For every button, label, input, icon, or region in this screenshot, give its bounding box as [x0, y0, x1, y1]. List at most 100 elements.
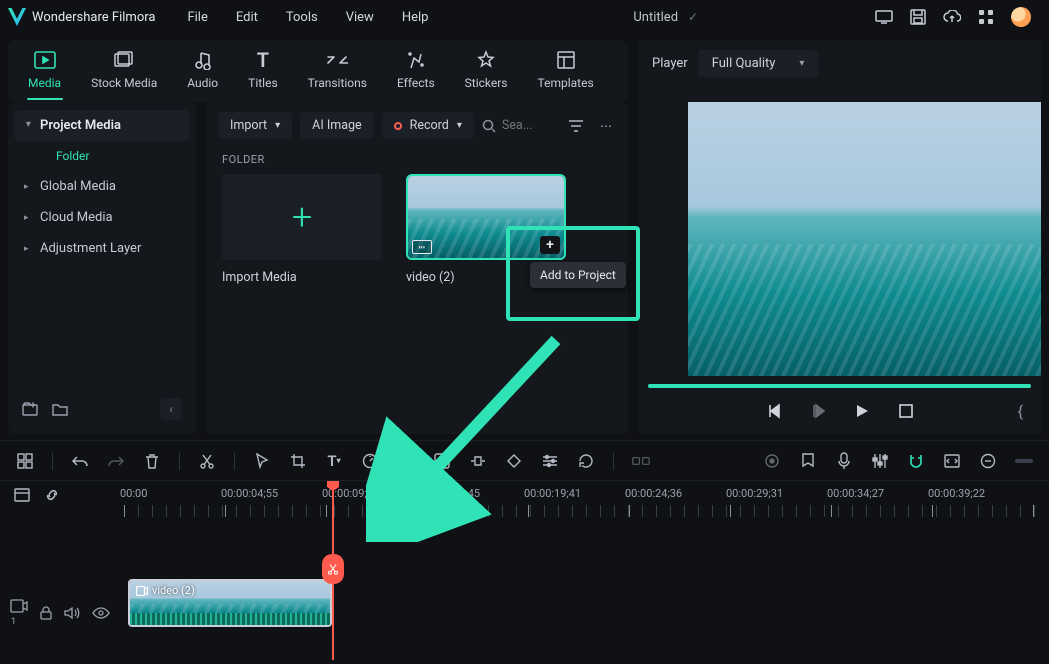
chevron-right-icon: ▸ [24, 182, 32, 192]
player-prev-button[interactable] [765, 402, 783, 420]
new-bin-icon[interactable] [22, 402, 38, 416]
tab-titles[interactable]: T Titles [242, 48, 283, 98]
player-quality-dropdown[interactable]: Full Quality ▾ [698, 50, 819, 77]
delete-icon[interactable] [143, 452, 161, 470]
layout-icon[interactable] [16, 452, 34, 470]
zoom-slider[interactable] [1015, 459, 1033, 463]
sidebar-item-cloud-media[interactable]: ▸ Cloud Media [14, 202, 190, 233]
tab-label: Titles [248, 76, 277, 90]
color-icon[interactable] [397, 452, 415, 470]
save-icon[interactable] [909, 8, 927, 26]
more-icon[interactable]: ⋯ [596, 115, 616, 137]
library-tabs: Media Stock Media Audio T Titles Transit… [8, 40, 628, 102]
redo-icon[interactable] [107, 452, 125, 470]
search-input[interactable] [502, 118, 544, 133]
mic-icon[interactable] [835, 452, 853, 470]
pointer-icon[interactable] [253, 452, 271, 470]
timeline-playhead[interactable] [332, 484, 334, 660]
timeline-clip[interactable]: video (2) [128, 579, 332, 627]
tab-label: Templates [538, 76, 594, 90]
tab-label: Transitions [308, 76, 367, 90]
search-icon [482, 119, 496, 133]
media-sidebar: ▸ Project Media Folder ▸ Global Media ▸ … [8, 102, 196, 434]
link-icon[interactable] [44, 487, 60, 503]
media-search[interactable] [482, 118, 556, 133]
refresh-icon[interactable] [577, 452, 595, 470]
record-dropdown[interactable]: Record ▾ [382, 112, 474, 139]
tab-stock-media[interactable]: Stock Media [85, 48, 163, 98]
import-media-card[interactable]: + Import Media [222, 174, 382, 285]
player-stop-button[interactable] [897, 402, 915, 420]
sidebar-item-label: Project Media [40, 118, 121, 133]
keyframe-nav-icon[interactable] [469, 452, 487, 470]
sidebar-item-label: Cloud Media [40, 210, 113, 225]
adjust-icon[interactable] [541, 452, 559, 470]
player-play-button[interactable] [853, 402, 871, 420]
zoom-out-icon[interactable] [979, 452, 997, 470]
fit-icon[interactable] [943, 452, 961, 470]
filter-icon[interactable] [564, 115, 588, 137]
menu-edit[interactable]: Edit [236, 10, 258, 25]
player-expand-icon[interactable]: { [1018, 402, 1023, 421]
add-to-project-button[interactable]: + [540, 236, 560, 254]
player-step-button[interactable] [809, 402, 827, 420]
apps-icon[interactable] [977, 8, 995, 26]
timeline[interactable]: 00:00 00:00:04;55 00:00:09;50 00:00:14;4… [0, 480, 1049, 660]
text-icon[interactable]: T▾ [325, 452, 343, 470]
crop-icon[interactable] [289, 452, 307, 470]
track-lock-icon[interactable] [40, 606, 52, 620]
menu-help[interactable]: Help [402, 10, 429, 25]
undo-icon[interactable] [71, 452, 89, 470]
magnet-icon[interactable] [907, 452, 925, 470]
track-video-icon[interactable]: 1 [10, 599, 28, 627]
menu-view[interactable]: View [346, 10, 374, 25]
timeline-toolbar: T▾ [0, 440, 1049, 480]
render-icon[interactable] [763, 452, 781, 470]
tab-effects[interactable]: Effects [391, 48, 441, 98]
menu-file[interactable]: File [187, 10, 207, 25]
sidebar-item-project-media[interactable]: ▸ Project Media [14, 110, 190, 141]
import-dropdown[interactable]: Import ▾ [218, 112, 292, 139]
screen-icon[interactable] [875, 8, 893, 26]
zoom-toggle-icon[interactable] [632, 452, 650, 470]
tab-audio[interactable]: Audio [181, 48, 224, 98]
tab-templates[interactable]: Templates [532, 48, 600, 98]
tab-transitions[interactable]: Transitions [302, 48, 373, 98]
chevron-right-icon: ▸ [24, 213, 32, 223]
player-preview[interactable] [688, 102, 1041, 376]
ai-image-button[interactable]: AI Image [300, 112, 373, 139]
clip-label: video (2) [152, 584, 195, 597]
plus-icon: + [292, 199, 312, 235]
chevron-down-icon: ▾ [799, 58, 804, 69]
collapse-sidebar-button[interactable]: ‹ [160, 398, 182, 420]
sidebar-subitem-folder[interactable]: Folder [14, 141, 190, 171]
mask-icon[interactable] [433, 452, 451, 470]
tab-stickers[interactable]: Stickers [459, 48, 514, 98]
card-label: Import Media [222, 270, 382, 285]
player-label: Player [652, 56, 688, 71]
tab-media[interactable]: Media [22, 48, 67, 98]
folder-icon[interactable] [52, 402, 68, 416]
track-mute-icon[interactable] [64, 606, 80, 620]
timeline-ruler[interactable]: 00:00 00:00:04;55 00:00:09;50 00:00:14;4… [124, 487, 1041, 517]
track-header-menu-icon[interactable] [14, 488, 30, 502]
keyframe-icon[interactable] [505, 452, 523, 470]
record-label: Record [410, 118, 449, 133]
ruler-label: 00:00:04;55 [221, 487, 278, 500]
media-clip-card[interactable]: ▮▮▮ + video (2) [406, 174, 566, 285]
menu-tools[interactable]: Tools [286, 10, 318, 25]
chevron-down-icon: ▾ [275, 120, 280, 131]
user-avatar[interactable] [1011, 7, 1031, 27]
ruler-label: 00:00:19;41 [524, 487, 581, 500]
clip-video-icon [136, 586, 148, 596]
track-visible-icon[interactable] [92, 607, 110, 619]
split-handle[interactable] [322, 554, 344, 584]
split-icon[interactable] [198, 452, 216, 470]
mixer-icon[interactable] [871, 452, 889, 470]
sidebar-item-adjustment-layer[interactable]: ▸ Adjustment Layer [14, 233, 190, 264]
cloud-upload-icon[interactable] [943, 8, 961, 26]
speed-icon[interactable] [361, 452, 379, 470]
marker-icon[interactable] [799, 452, 817, 470]
sidebar-item-global-media[interactable]: ▸ Global Media [14, 171, 190, 202]
document-title[interactable]: Untitled [633, 10, 678, 25]
